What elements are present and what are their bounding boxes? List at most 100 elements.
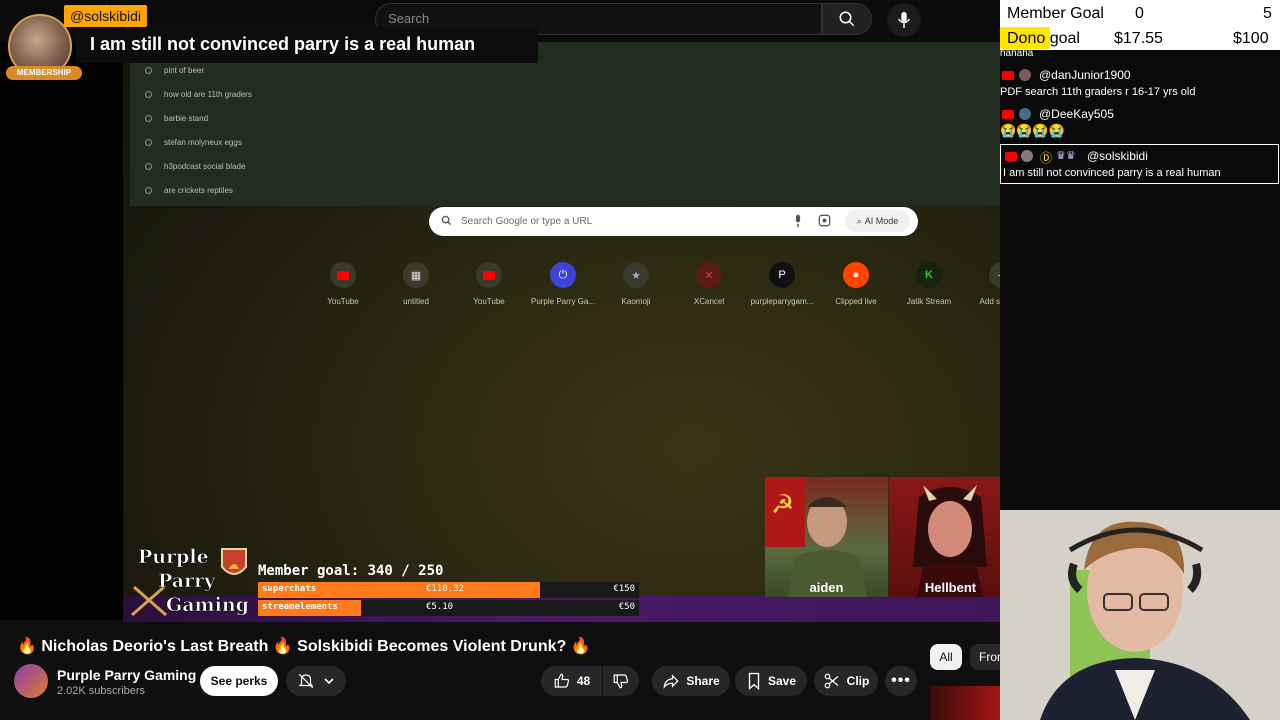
chat-message: I am still not convinced parry is a real… bbox=[1003, 167, 1221, 179]
purple-logo-icon: ⏻ bbox=[550, 262, 576, 288]
superchats-goal: €150 bbox=[613, 584, 635, 594]
history-icon bbox=[145, 139, 152, 146]
dono-goal-current: $17.55 bbox=[1114, 30, 1163, 47]
share-icon bbox=[663, 674, 679, 689]
chat-fragment: hahaha bbox=[1000, 48, 1034, 59]
avatar bbox=[1019, 108, 1031, 120]
voice-search-button[interactable] bbox=[887, 3, 921, 37]
bell-off-icon bbox=[298, 673, 314, 689]
more-actions-button[interactable]: ••• bbox=[885, 666, 917, 696]
recommended-thumbnail[interactable] bbox=[930, 686, 1000, 720]
shortcut-purpleparrygaming[interactable]: Ppurpleparrygam... bbox=[746, 262, 818, 306]
p-logo-icon: P bbox=[769, 262, 795, 288]
shortcut-purple-parry[interactable]: ⏻ Purple Parry Ga... bbox=[527, 262, 599, 306]
ai-mode-icon: ⌕ bbox=[856, 215, 862, 226]
member-goal-label: Member goal: 340 / 250 bbox=[258, 563, 444, 579]
history-icon bbox=[145, 67, 152, 74]
filter-chip-from[interactable]: From bbox=[970, 644, 1000, 670]
suggestion-item[interactable]: are crickets reptiles bbox=[145, 186, 233, 195]
superchats-value: €110.32 bbox=[426, 584, 464, 594]
streamelements-goal: €50 bbox=[618, 602, 635, 612]
youtube-icon bbox=[1002, 71, 1014, 80]
dono-goal-title: Dono goal bbox=[1007, 30, 1080, 47]
shortcut-youtube-2[interactable]: YouTube bbox=[453, 262, 525, 306]
filter-chip-all[interactable]: All bbox=[930, 644, 962, 670]
search-icon bbox=[441, 215, 452, 226]
suggestion-item[interactable]: barbie stand bbox=[145, 114, 208, 123]
suggestion-item[interactable]: h3podcast social blade bbox=[145, 162, 245, 171]
suggestion-item[interactable]: pint of beer bbox=[145, 66, 204, 75]
history-icon bbox=[145, 163, 152, 170]
overlay-message: I am still not convinced parry is a real… bbox=[90, 34, 476, 54]
logo-line-3: Gaming bbox=[166, 594, 249, 616]
thumbs-up-icon bbox=[554, 673, 569, 688]
share-button[interactable]: Share bbox=[652, 666, 730, 696]
see-perks-button[interactable]: See perks bbox=[200, 666, 278, 696]
shortcut-clipped-live[interactable]: ● Clipped live bbox=[820, 262, 892, 306]
chat-username[interactable]: @solskibidi bbox=[1087, 149, 1148, 163]
thumbs-down-icon bbox=[613, 674, 629, 689]
google-search-placeholder: Search Google or type a URL bbox=[461, 216, 593, 227]
suggestion-item[interactable]: how old are 11th graders bbox=[145, 90, 252, 99]
superchats-label: superchats bbox=[262, 584, 317, 594]
left-black-bar bbox=[0, 0, 123, 620]
superchats-bar: superchats €110.32 €150 bbox=[258, 582, 639, 598]
overlay-username: @solskibidi bbox=[64, 5, 148, 27]
subscriber-count: 2.02K subscribers bbox=[57, 685, 146, 697]
dono-goal-target: $100 bbox=[1233, 30, 1269, 47]
member-goal-title: Member Goal bbox=[1007, 5, 1104, 22]
star-icon: ★ bbox=[623, 262, 649, 288]
purple-parry-gaming-logo: Purple Parry Gaming bbox=[131, 546, 249, 616]
lens-icon[interactable] bbox=[818, 214, 831, 227]
streamelements-value: €5.10 bbox=[426, 602, 454, 612]
history-icon bbox=[145, 187, 152, 194]
channel-name[interactable]: Purple Parry Gaming bbox=[57, 667, 196, 683]
save-button[interactable]: Save bbox=[735, 666, 807, 696]
shortcut-jatik-stream[interactable]: K Jatik Stream bbox=[893, 262, 965, 306]
video-title: 🔥 Nicholas Deorio's Last Breath 🔥 Solski… bbox=[17, 638, 591, 655]
shortcut-xcancel[interactable]: ✕ XCancel bbox=[673, 262, 745, 306]
shortcut-untitled[interactable]: ▦ untitled bbox=[380, 262, 452, 306]
webcam-person bbox=[1000, 510, 1280, 720]
cam-name-hellbent: Hellbent bbox=[924, 580, 977, 595]
suggestion-item[interactable]: stefan molyneux eggs bbox=[145, 138, 242, 147]
streamelements-label: streamelements bbox=[262, 602, 338, 612]
youtube-icon bbox=[1002, 110, 1014, 119]
microphone-icon bbox=[898, 11, 910, 29]
search-button[interactable] bbox=[822, 3, 872, 35]
crown-badge-icon: ♛♛ bbox=[1056, 150, 1076, 162]
search-placeholder: Search bbox=[388, 11, 430, 26]
reddit-icon: ● bbox=[843, 262, 869, 288]
chat-message: 😭😭😭😭 bbox=[1000, 123, 1065, 138]
logo-line-2: Parry bbox=[158, 570, 216, 592]
bookmark-icon bbox=[748, 672, 760, 690]
like-button[interactable]: 48 bbox=[541, 666, 602, 696]
dislike-button[interactable] bbox=[603, 666, 639, 696]
clip-button[interactable]: Clip bbox=[814, 666, 878, 696]
portrait-hellbent bbox=[913, 485, 987, 597]
ai-mode-button[interactable]: ⌕ AI Mode bbox=[845, 210, 910, 232]
cam-name-aiden: aiden bbox=[809, 580, 844, 595]
youtube-icon bbox=[1005, 152, 1017, 161]
chevron-down-icon bbox=[324, 678, 334, 685]
logo-line-1: Purple bbox=[138, 546, 209, 568]
member-goal-target: 5 bbox=[1263, 5, 1272, 22]
hammer-sickle-icon: ☭ bbox=[771, 489, 794, 519]
membership-badge: MEMBERSHIP bbox=[6, 66, 82, 80]
channel-avatar[interactable] bbox=[14, 664, 48, 698]
microphone-icon[interactable] bbox=[793, 214, 803, 228]
history-icon bbox=[145, 115, 152, 122]
avatar bbox=[1021, 150, 1033, 162]
cam-aiden: ☭ aiden bbox=[765, 477, 888, 597]
grid-icon: ▦ bbox=[403, 262, 429, 288]
youtube-icon bbox=[330, 262, 356, 288]
scissors-icon bbox=[824, 673, 839, 689]
chat-username[interactable]: @danJunior1900 bbox=[1039, 68, 1131, 82]
shortcut-kaomoji[interactable]: ★ Kaomoji bbox=[600, 262, 672, 306]
shortcut-youtube[interactable]: YouTube bbox=[307, 262, 379, 306]
notifications-button[interactable] bbox=[286, 666, 346, 696]
x-icon: ✕ bbox=[696, 262, 722, 288]
member-badge-icon: Ⓓ bbox=[1040, 151, 1053, 165]
kick-icon: K bbox=[916, 262, 942, 288]
chat-username[interactable]: @DeeKay505 bbox=[1039, 107, 1114, 121]
